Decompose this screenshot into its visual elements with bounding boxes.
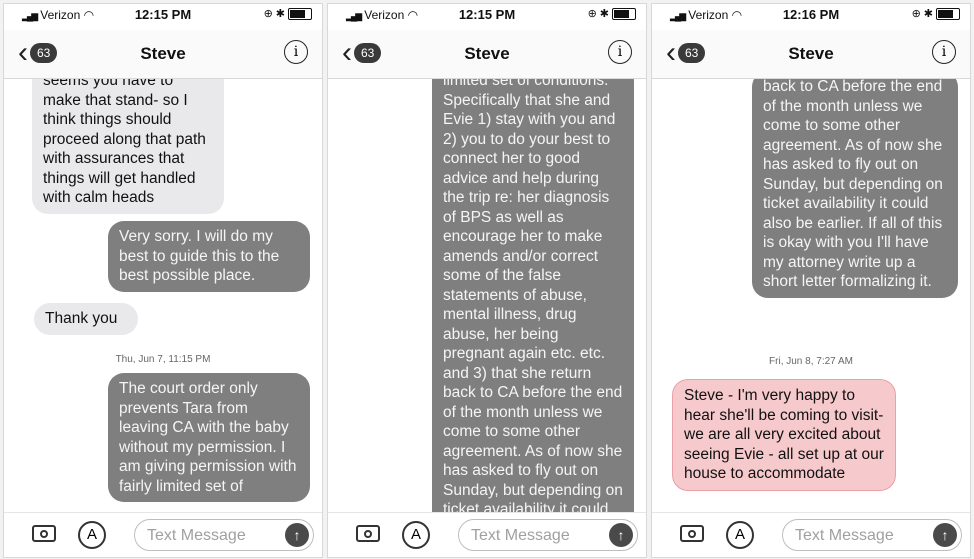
contact-name: Steve xyxy=(464,44,510,63)
rotation-lock-icon: ⊕ xyxy=(263,8,273,20)
message-bubble: Thank you xyxy=(34,303,138,335)
message-thread[interactable]: seems you have to make that stand- so I … xyxy=(4,79,322,513)
bluetooth-icon: ✱ xyxy=(275,8,285,20)
app-store-icon[interactable]: A xyxy=(726,521,754,549)
message-bubble: Very sorry. I will do my best to guide t… xyxy=(108,221,310,292)
message-input[interactable]: Text Message ↑ xyxy=(782,519,962,551)
highlighted-message-bubble: Steve - I'm very happy to hear she'll be… xyxy=(672,379,896,491)
status-bar: ▂▄▆ Verizon ◠ 12:16 PM ⊕ ✱ xyxy=(652,4,970,26)
timestamp: Thu, Jun 7, 11:15 PM xyxy=(115,354,211,365)
nav-bar: ‹ 63 Steve i xyxy=(4,30,322,79)
composer: A Text Message ↑ xyxy=(652,512,970,557)
message-input-placeholder: Text Message xyxy=(471,527,570,544)
status-bar: ▂▄▆ Verizon ◠ 12:15 PM ⊕ ✱ xyxy=(328,4,646,26)
composer: A Text Message ↑ xyxy=(328,512,646,557)
camera-icon[interactable] xyxy=(32,525,56,542)
battery-icon xyxy=(288,7,312,20)
composer: A Text Message ↑ xyxy=(4,512,322,557)
bluetooth-icon: ✱ xyxy=(599,8,609,20)
battery-icon xyxy=(612,7,636,20)
message-input-placeholder: Text Message xyxy=(795,527,894,544)
contact-name: Steve xyxy=(788,44,834,63)
message-bubble: back to CA before the end of the month u… xyxy=(752,79,958,298)
camera-icon[interactable] xyxy=(680,525,704,542)
info-icon[interactable]: i xyxy=(932,40,956,64)
message-input-placeholder: Text Message xyxy=(147,527,246,544)
app-store-icon[interactable]: A xyxy=(402,521,430,549)
rotation-lock-icon: ⊕ xyxy=(587,8,597,20)
info-icon[interactable]: i xyxy=(284,40,308,64)
app-store-icon[interactable]: A xyxy=(78,521,106,549)
send-arrow-icon[interactable]: ↑ xyxy=(933,523,957,547)
nav-bar: ‹ 63 Steve i xyxy=(652,30,970,79)
message-bubble: seems you have to make that stand- so I … xyxy=(32,79,224,214)
nav-bar: ‹ 63 Steve i xyxy=(328,30,646,79)
message-thread[interactable]: limited set of conditions. Specifically … xyxy=(328,79,646,513)
conversation-panel: ▂▄▆ Verizon ◠ 12:15 PM ⊕ ✱ ‹ 63 Steve i see… xyxy=(4,4,322,557)
timestamp: Fri, Jun 8, 7:27 AM xyxy=(769,356,853,367)
message-bubble: The court order only prevents Tara from … xyxy=(108,373,310,502)
conversation-panel: ▂▄▆ Verizon ◠ 12:15 PM ⊕ ✱ ‹ 63 Steve i lim… xyxy=(328,4,646,557)
battery-icon xyxy=(936,7,960,20)
info-icon[interactable]: i xyxy=(608,40,632,64)
rotation-lock-icon: ⊕ xyxy=(911,8,921,20)
message-input[interactable]: Text Message ↑ xyxy=(458,519,638,551)
send-arrow-icon[interactable]: ↑ xyxy=(285,523,309,547)
send-arrow-icon[interactable]: ↑ xyxy=(609,523,633,547)
camera-icon[interactable] xyxy=(356,525,380,542)
bluetooth-icon: ✱ xyxy=(923,8,933,20)
message-thread[interactable]: back to CA before the end of the month u… xyxy=(652,79,970,513)
message-input[interactable]: Text Message ↑ xyxy=(134,519,314,551)
conversation-panel: ▂▄▆ Verizon ◠ 12:16 PM ⊕ ✱ ‹ 63 Steve i bac… xyxy=(652,4,970,557)
status-bar: ▂▄▆ Verizon ◠ 12:15 PM ⊕ ✱ xyxy=(4,4,322,26)
contact-name: Steve xyxy=(140,44,186,63)
message-bubble: limited set of conditions. Specifically … xyxy=(432,79,634,513)
